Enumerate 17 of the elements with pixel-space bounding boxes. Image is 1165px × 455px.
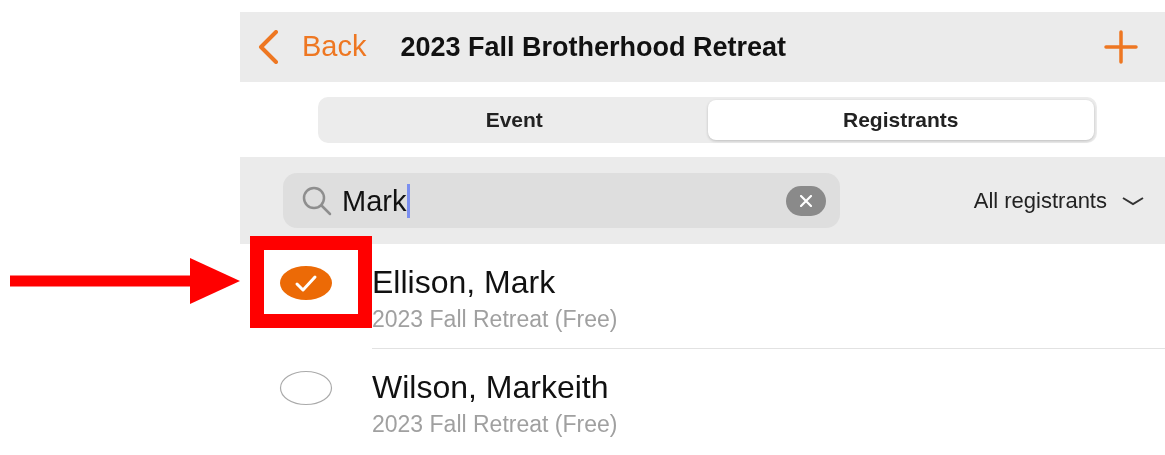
screen-title: 2023 Fall Brotherhood Retreat: [400, 30, 787, 64]
search-icon: [301, 184, 333, 217]
segment-tab[interactable]: Event: [321, 99, 708, 140]
registrant-detail: 2023 Fall Retreat (Free): [372, 304, 619, 334]
close-icon: [800, 194, 812, 207]
registrant-detail: 2023 Fall Retreat (Free): [372, 410, 619, 440]
segment-tab[interactable]: Registrants: [707, 99, 1094, 140]
clear-button[interactable]: [786, 185, 826, 216]
registrant-name: Wilson, Markeith: [372, 368, 610, 408]
chevron-left-icon: [258, 29, 278, 64]
chevron-down-icon: [1121, 195, 1145, 206]
add-button[interactable]: [1103, 28, 1139, 65]
plus-icon: [1104, 29, 1138, 64]
search-field[interactable]: Mark: [283, 173, 840, 229]
filter-dropdown[interactable]: All registrants: [973, 184, 1145, 218]
search-text: Mark: [342, 183, 411, 218]
registrant-name: Ellison, Mark: [372, 262, 557, 302]
